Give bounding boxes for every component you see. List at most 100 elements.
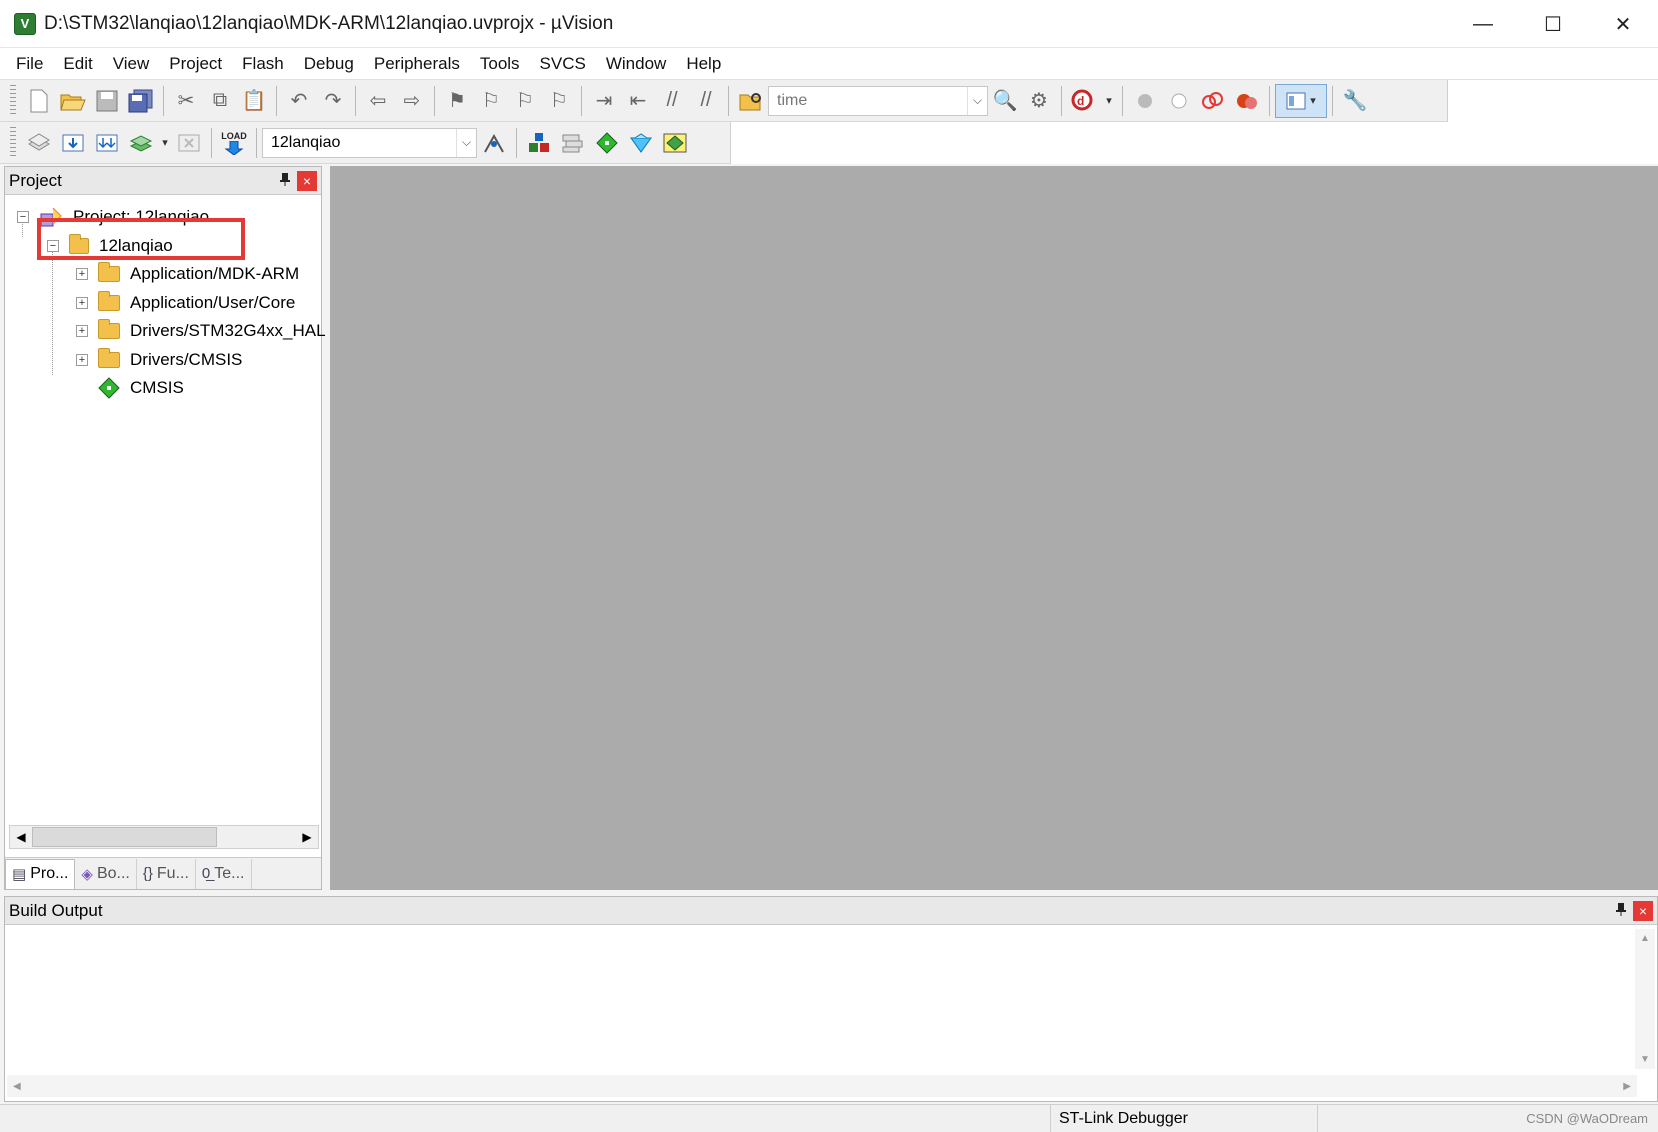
books-tab-icon: ◈ [81,865,93,883]
toolbar-grip[interactable] [10,84,16,117]
next-bookmark-icon[interactable]: ⚐ [508,84,542,118]
menu-view[interactable]: View [103,48,160,80]
uncomment-icon[interactable]: // [689,84,723,118]
menu-tools[interactable]: Tools [470,48,530,80]
expand-icon[interactable]: + [76,297,88,309]
cmsis-component-icon [98,377,120,399]
toolbar-grip[interactable] [10,126,16,159]
vertical-scrollbar[interactable]: ▲ ▼ [1635,929,1655,1069]
select-packs-icon[interactable] [556,126,590,160]
build-icon[interactable] [56,126,90,160]
close-window-button[interactable]: ✕ [1588,0,1658,48]
menu-project[interactable]: Project [159,48,232,80]
insert-breakpoint-icon[interactable] [1128,84,1162,118]
tab-books[interactable]: ◈ Bo... [75,858,137,889]
target-options-icon[interactable] [477,126,511,160]
paste-icon[interactable]: 📋 [237,84,271,118]
copy-icon[interactable]: ⧉ [203,84,237,118]
uvision-app-icon: V [14,12,36,35]
scroll-left-icon[interactable]: ◀ [13,1081,21,1092]
pin-icon[interactable] [279,172,291,189]
debug-session-icon[interactable]: d [1067,84,1101,118]
window-layout-icon[interactable]: ▾ [1275,83,1327,118]
menu-debug[interactable]: Debug [294,48,364,80]
tree-node-component[interactable]: CMSIS [98,374,184,402]
horizontal-scrollbar[interactable]: ◀ ▶ [9,825,319,849]
navigate-forward-icon[interactable]: ⇨ [395,84,429,118]
find-in-files-icon[interactable] [734,84,768,118]
undo-icon[interactable]: ↶ [282,84,316,118]
device-database-icon[interactable] [658,126,692,160]
menu-edit[interactable]: Edit [53,48,102,80]
disable-all-breakpoints-icon[interactable] [1196,84,1230,118]
close-panel-icon[interactable]: × [1633,900,1653,921]
scrollbar-thumb[interactable] [32,827,217,847]
menu-window[interactable]: Window [596,48,676,80]
tab-templates[interactable]: 0̲ Te... [196,858,252,889]
scroll-right-icon[interactable]: ▶ [296,826,318,848]
scroll-up-icon[interactable]: ▲ [1640,933,1650,944]
tree-node-group[interactable]: + Drivers/CMSIS [76,346,242,374]
scroll-right-icon[interactable]: ▶ [1623,1081,1631,1092]
tree-node-group[interactable]: + Application/User/Core [76,289,295,317]
new-file-icon[interactable] [22,84,56,118]
manage-project-items-icon[interactable] [522,126,556,160]
tab-functions[interactable]: {} Fu... [137,858,196,889]
pin-icon[interactable] [1615,902,1627,919]
stop-build-icon[interactable] [172,126,206,160]
toolbar-separator [256,127,257,158]
navigate-back-icon[interactable]: ⇦ [361,84,395,118]
menu-file[interactable]: File [6,48,53,80]
indent-icon[interactable]: ⇥ [587,84,621,118]
comment-icon[interactable]: // [655,84,689,118]
pack-installer-icon[interactable] [624,126,658,160]
expand-icon[interactable]: + [76,268,88,280]
kill-all-breakpoints-icon[interactable] [1230,84,1264,118]
download-load-icon[interactable]: LOAD [217,126,251,160]
collapse-icon[interactable]: − [17,211,29,223]
chevron-down-icon[interactable]: ⌵ [456,128,476,157]
editor-area[interactable] [330,166,1658,890]
disable-breakpoint-icon[interactable] [1162,84,1196,118]
prev-bookmark-icon[interactable]: ⚐ [474,84,508,118]
tree-node-group[interactable]: + Application/MDK-ARM [76,260,299,288]
batch-build-icon[interactable] [124,126,158,160]
translate-icon[interactable] [22,126,56,160]
target-select[interactable]: 12lanqiao ⌵ [262,127,477,158]
tree-node-group[interactable]: + Drivers/STM32G4xx_HAL [76,317,326,345]
bookmark-icon[interactable]: ⚑ [440,84,474,118]
menu-help[interactable]: Help [676,48,731,80]
save-all-icon[interactable] [124,84,158,118]
tab-label: Fu... [156,864,189,882]
menu-peripherals[interactable]: Peripherals [364,48,470,80]
debug-dropdown-icon[interactable]: ▾ [1101,84,1117,118]
save-icon[interactable] [90,84,124,118]
maximize-button[interactable]: ☐ [1518,0,1588,48]
file-toolbar: ✂ ⧉ 📋 ↶ ↷ ⇦ ⇨ ⚑ ⚐ ⚐ ⚐ ⇥ ⇤ // // time ⌵ 🔍… [0,80,1448,122]
expand-icon[interactable]: + [76,354,88,366]
tab-project[interactable]: ▤ Pro... [5,858,76,889]
close-panel-icon[interactable]: × [297,170,317,191]
menu-svcs[interactable]: SVCS [530,48,596,80]
incremental-find-icon[interactable]: ⚙ [1022,84,1056,118]
manage-run-time-environment-icon[interactable] [590,126,624,160]
horizontal-scrollbar[interactable]: ◀ ▶ [7,1075,1637,1097]
tree-node-label: Drivers/CMSIS [130,350,243,369]
rebuild-icon[interactable] [90,126,124,160]
build-output-panel: Build Output × ▲ ▼ ◀ ▶ [4,896,1658,1102]
find-icon[interactable]: 🔍 [988,84,1022,118]
batch-build-dropdown-icon[interactable]: ▾ [158,126,172,160]
redo-icon[interactable]: ↷ [316,84,350,118]
minimize-button[interactable]: — [1448,0,1518,48]
menu-flash[interactable]: Flash [232,48,294,80]
scroll-down-icon[interactable]: ▼ [1640,1054,1650,1065]
open-file-icon[interactable] [56,84,90,118]
cut-icon[interactable]: ✂ [169,84,203,118]
chevron-down-icon[interactable]: ⌵ [967,86,987,115]
unindent-icon[interactable]: ⇤ [621,84,655,118]
clear-bookmarks-icon[interactable]: ⚐ [542,84,576,118]
expand-icon[interactable]: + [76,325,88,337]
find-combo[interactable]: time ⌵ [768,85,988,116]
configure-icon[interactable]: 🔧 [1338,84,1372,118]
scroll-left-icon[interactable]: ◀ [10,826,32,848]
